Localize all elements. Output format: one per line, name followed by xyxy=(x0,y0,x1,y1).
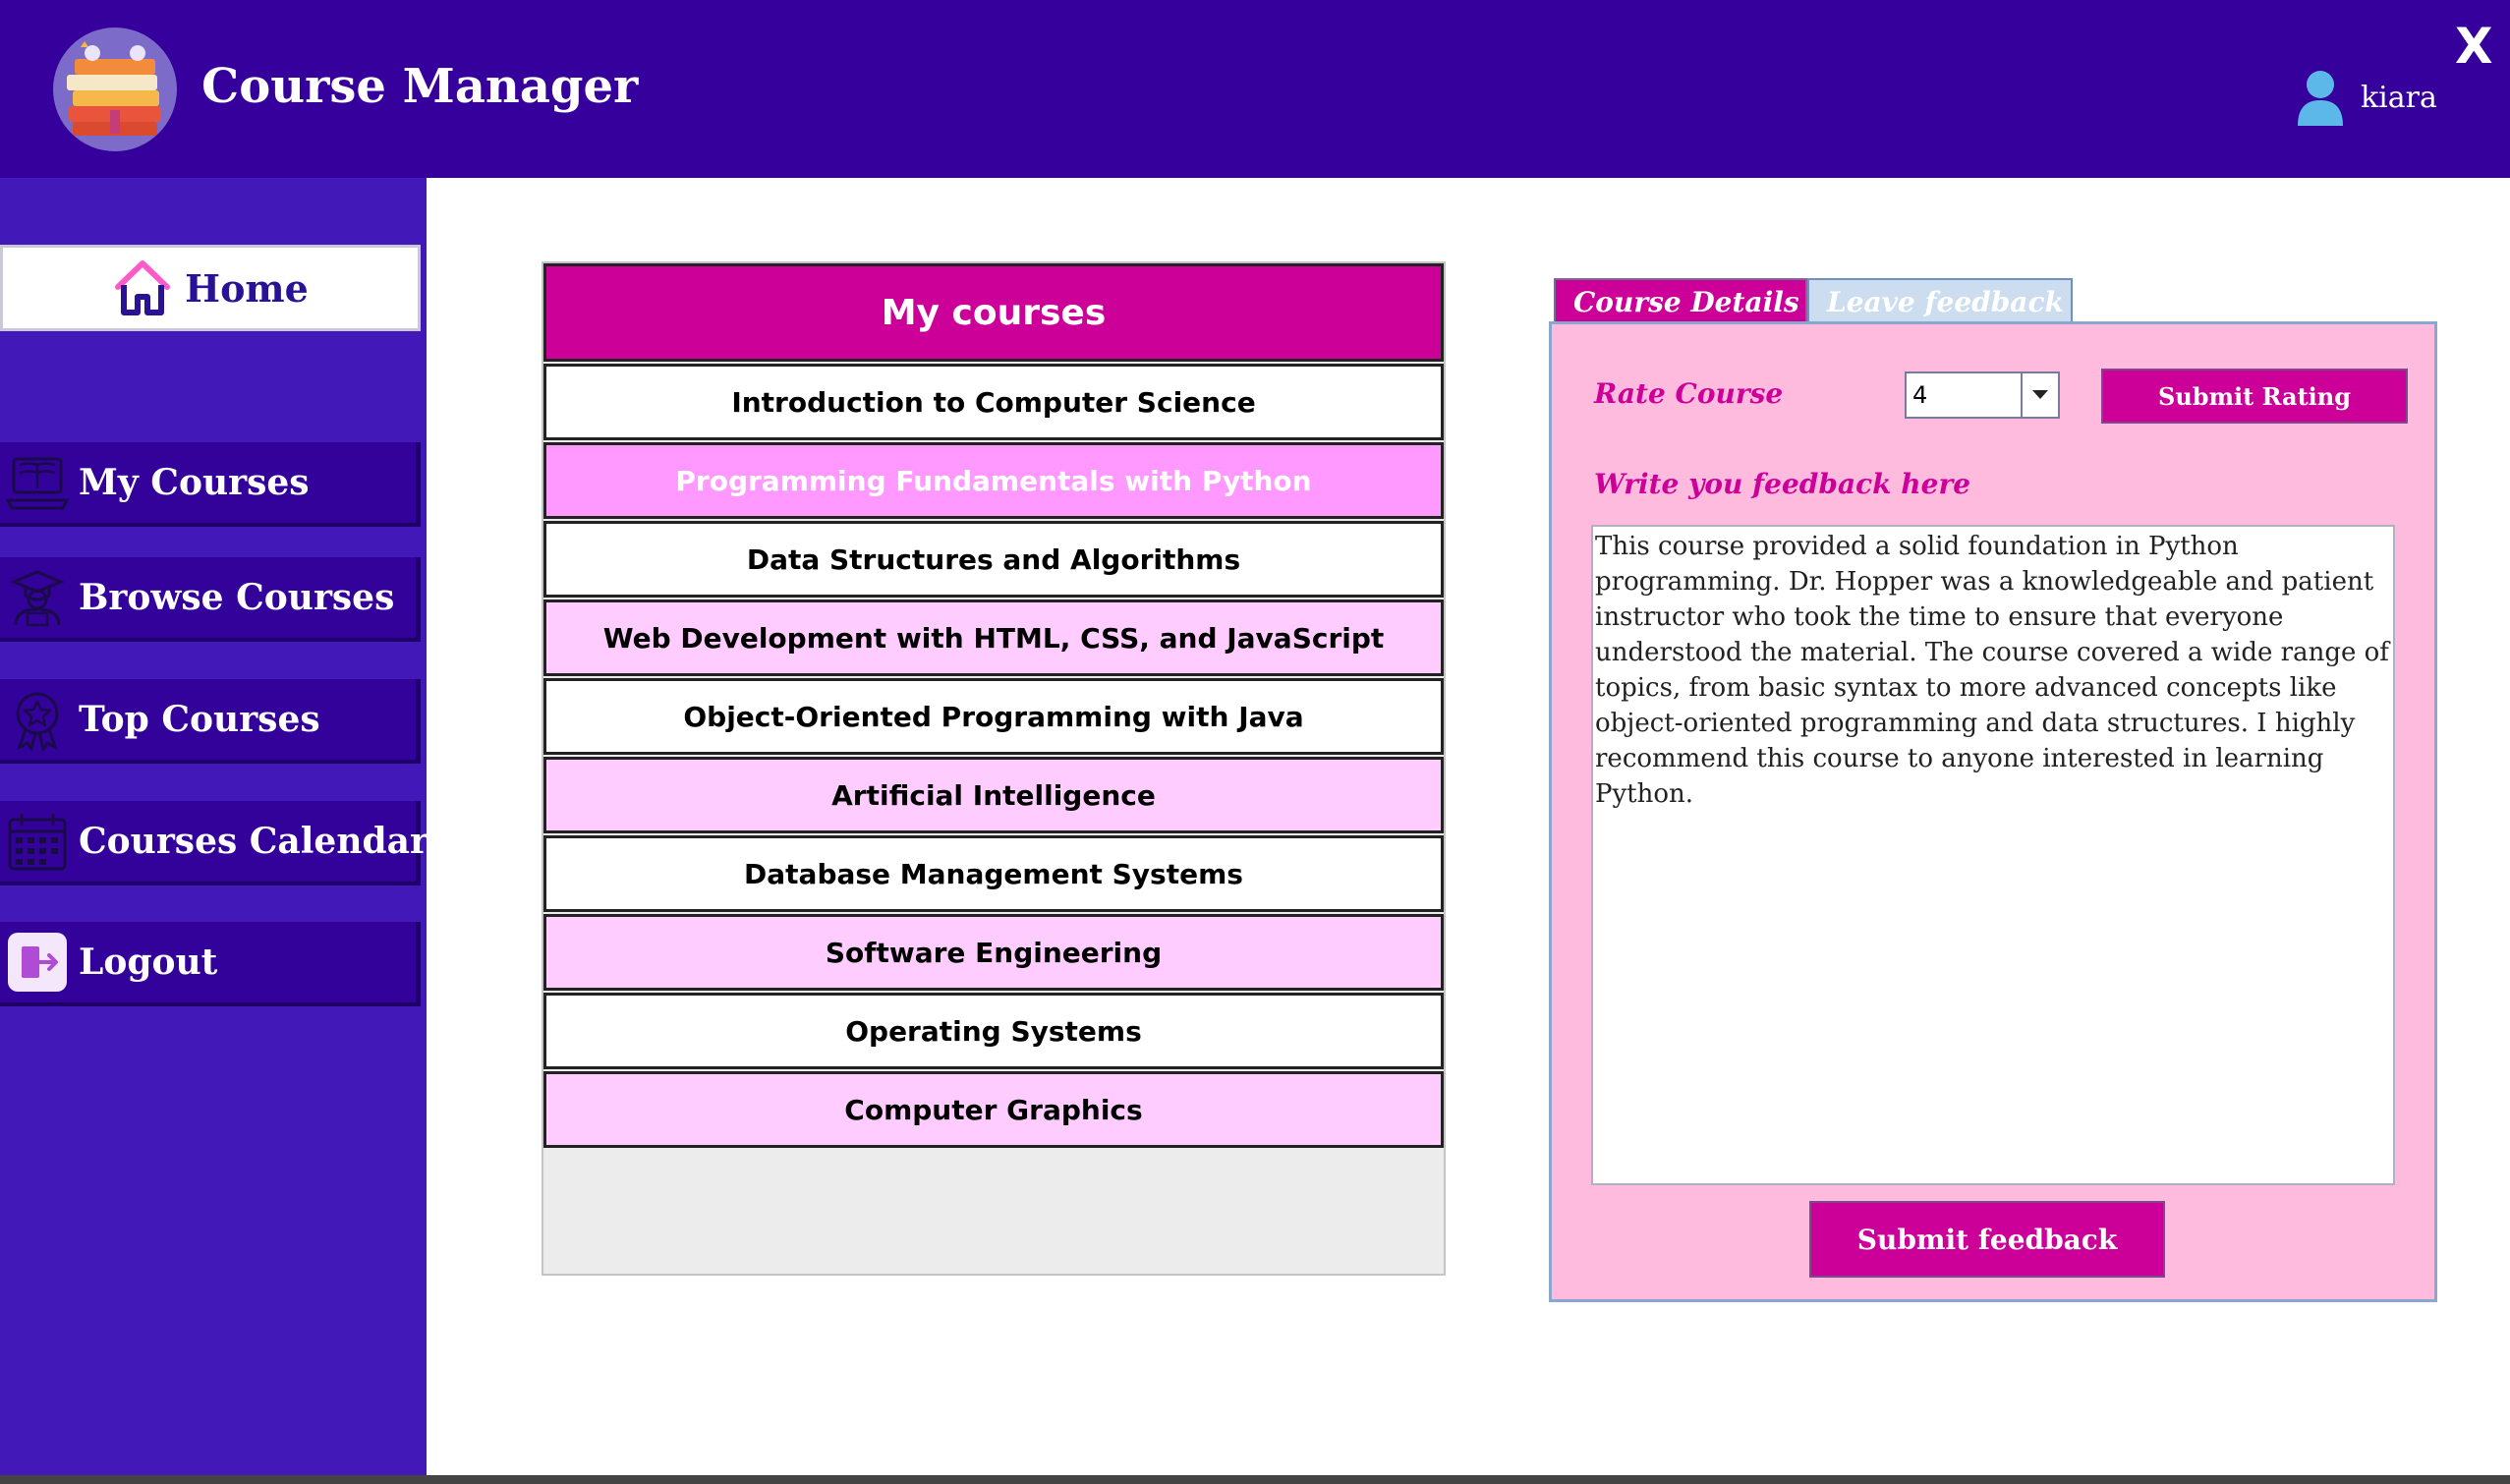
sidebar-item-browse-courses[interactable]: Browse Courses xyxy=(0,557,421,642)
feedback-label: Write you feedback here xyxy=(1594,468,1971,500)
chevron-down-icon[interactable] xyxy=(2021,373,2058,417)
sidebar-item-courses-calendar[interactable]: Courses Calendar xyxy=(0,801,428,885)
course-list-item[interactable]: Database Management Systems xyxy=(543,835,1444,912)
home-button[interactable]: Home xyxy=(0,245,421,331)
submit-rating-button[interactable]: Submit Rating xyxy=(2101,369,2408,424)
course-list-item[interactable]: Software Engineering xyxy=(543,914,1444,991)
sidebar: Home My Courses Browse Courses Top Cours… xyxy=(0,178,428,1475)
user-avatar-icon xyxy=(2298,71,2343,126)
bottom-border xyxy=(0,1475,2510,1484)
graduate-icon xyxy=(10,570,65,627)
sidebar-item-logout[interactable]: Logout xyxy=(0,922,421,1006)
rating-value: 4 xyxy=(1912,381,1928,409)
sidebar-item-top-courses[interactable]: Top Courses xyxy=(0,679,421,764)
course-list-item[interactable]: Object-Oriented Programming with Java xyxy=(543,678,1444,755)
close-button[interactable]: X xyxy=(2455,18,2493,75)
home-label: Home xyxy=(185,265,309,311)
course-list-item-selected[interactable]: Programming Fundamentals with Python xyxy=(543,442,1444,519)
course-list-item[interactable]: Web Development with HTML, CSS, and Java… xyxy=(543,599,1444,676)
calendar-icon xyxy=(8,814,67,871)
course-list-item[interactable]: Operating Systems xyxy=(543,993,1444,1069)
sidebar-item-label: My Courses xyxy=(79,462,310,503)
sidebar-item-label: Courses Calendar xyxy=(79,821,428,862)
tab-course-details[interactable]: Course Details xyxy=(1554,278,1807,323)
award-icon xyxy=(16,692,59,751)
sidebar-item-label: Logout xyxy=(79,942,218,983)
my-courses-panel: My courses Introduction to Computer Scie… xyxy=(542,261,1446,1276)
rate-course-label: Rate Course xyxy=(1594,377,1784,410)
logout-icon xyxy=(8,933,67,992)
course-list-item[interactable]: Data Structures and Algorithms xyxy=(543,521,1444,598)
rating-select[interactable]: 4 xyxy=(1905,371,2060,419)
app-header: Course Manager kiara X xyxy=(0,0,2510,178)
feedback-textarea[interactable]: This course provided a solid foundation … xyxy=(1591,525,2395,1185)
sidebar-item-label: Top Courses xyxy=(79,699,320,740)
feedback-panel: Rate Course 4 Submit Rating Write you fe… xyxy=(1549,321,2437,1302)
my-courses-title: My courses xyxy=(543,263,1444,362)
course-list: Introduction to Computer Science Program… xyxy=(543,364,1444,1150)
course-list-item[interactable]: Artificial Intelligence xyxy=(543,757,1444,833)
tab-leave-feedback[interactable]: Leave feedback xyxy=(1807,278,2073,323)
app-title: Course Manager xyxy=(201,59,639,114)
books-logo-icon xyxy=(53,28,177,151)
feedback-tabs: Course Details Leave feedback xyxy=(1554,278,2073,323)
book-laptop-icon xyxy=(6,457,69,510)
sidebar-item-my-courses[interactable]: My Courses xyxy=(0,442,421,527)
user-name: kiara xyxy=(2361,81,2437,115)
sidebar-item-label: Browse Courses xyxy=(79,577,395,618)
home-icon xyxy=(115,260,171,315)
course-list-item[interactable]: Introduction to Computer Science xyxy=(543,364,1444,440)
course-list-item[interactable]: Computer Graphics xyxy=(543,1071,1444,1148)
submit-feedback-button[interactable]: Submit feedback xyxy=(1809,1201,2165,1278)
